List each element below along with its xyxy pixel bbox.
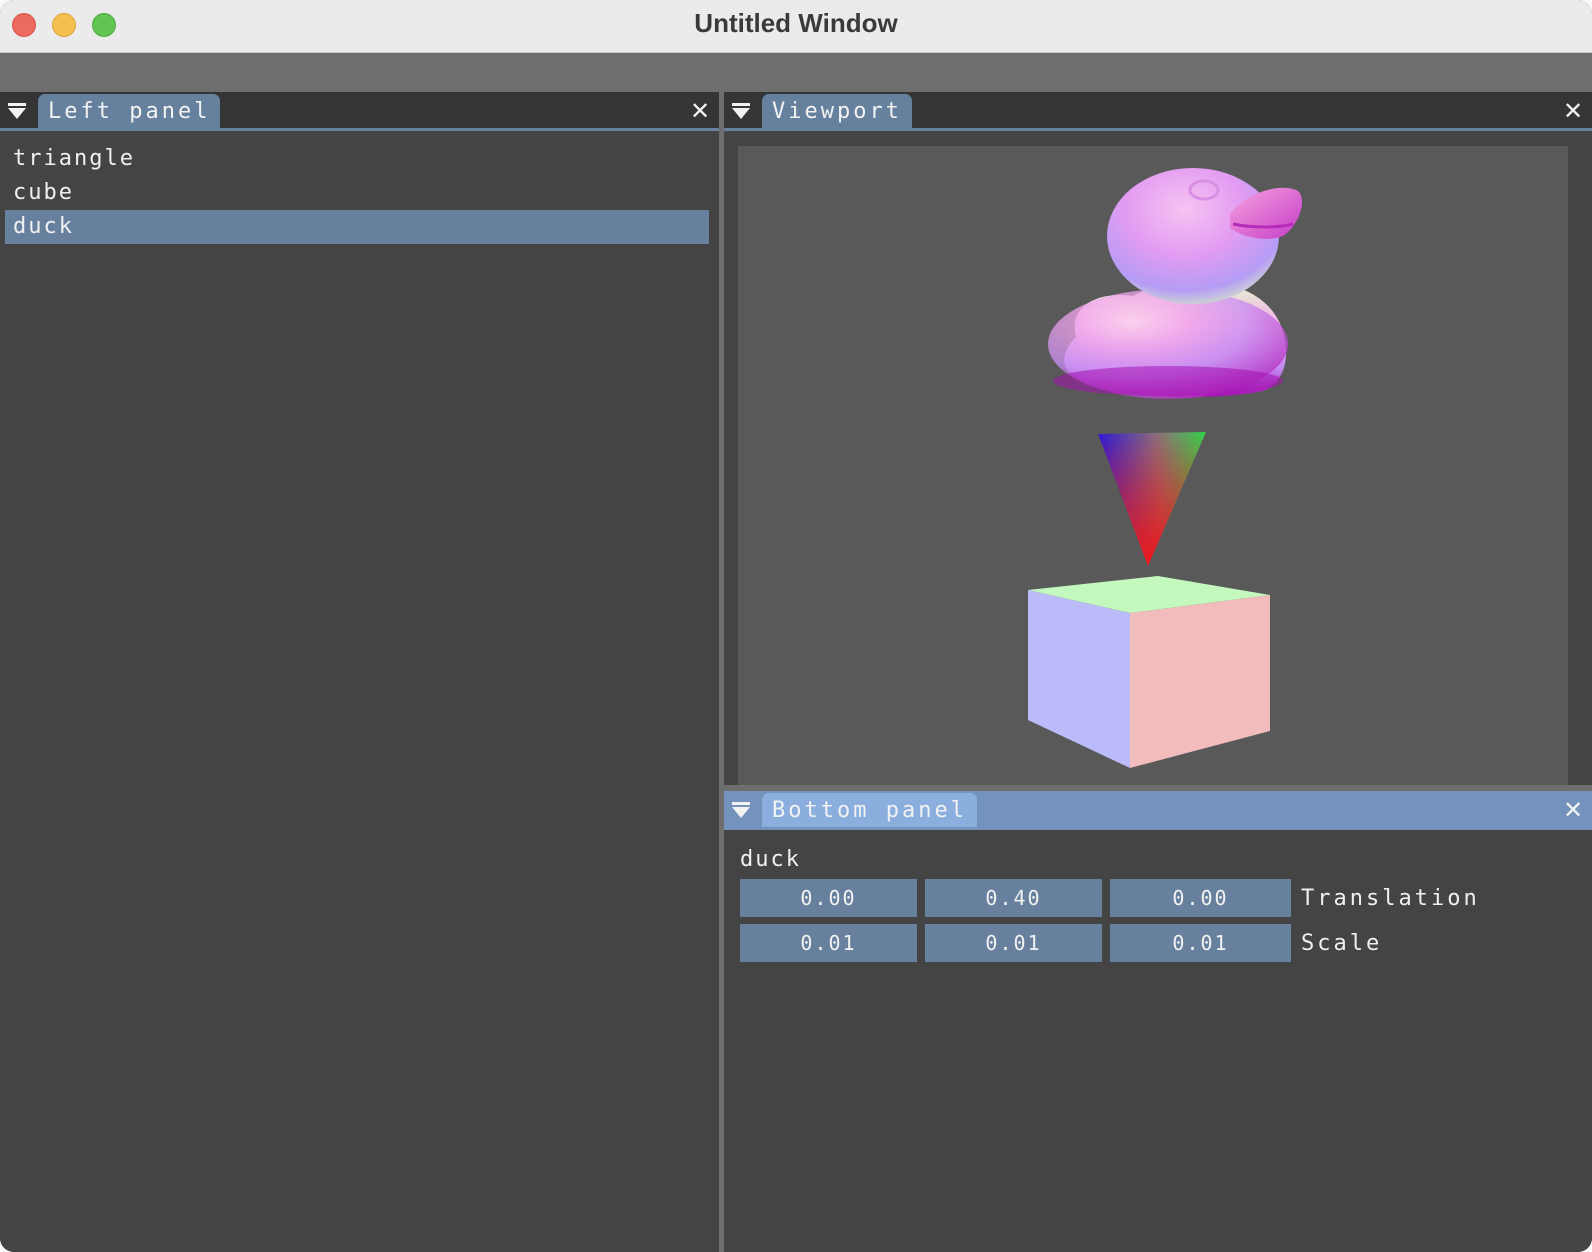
app-window: Untitled Window Left panel ✕ triangle cu… [0,0,1592,1252]
collapse-icon[interactable] [730,799,752,821]
translation-z-field[interactable]: 0.00 [1110,879,1291,917]
title-bar: Untitled Window [0,0,1592,53]
triangle-model [1098,432,1206,566]
tab-left-panel[interactable]: Left panel [38,94,221,128]
collapse-icon[interactable] [730,100,752,122]
translation-row: 0.00 0.40 0.00 Translation [740,879,1480,917]
left-panel-tab-bar: Left panel ✕ [0,92,719,128]
translation-label: Translation [1301,885,1480,911]
scale-y-field[interactable]: 0.01 [925,924,1102,962]
close-icon[interactable]: ✕ [689,99,711,123]
viewport-tab-bar: Viewport ✕ [724,92,1592,128]
bottom-panel-tab-bar: Bottom panel ✕ [724,791,1592,827]
object-list: triangle cube duck [5,142,709,244]
list-item-cube[interactable]: cube [5,176,709,210]
viewport-panel: Viewport ✕ [724,92,1592,786]
scale-label: Scale [1301,930,1383,956]
tab-underline [724,827,1592,830]
cube-model [1028,576,1270,768]
selected-object-name: duck [740,847,801,872]
tab-underline [0,128,719,131]
bottom-panel: Bottom panel ✕ duck 0.00 0.40 0.00 Trans… [724,791,1592,1252]
list-item-duck[interactable]: duck [5,210,709,244]
tab-underline [724,128,1592,131]
duck-model [1048,168,1303,399]
3d-viewport[interactable] [738,146,1568,786]
close-icon[interactable]: ✕ [1562,99,1584,123]
left-panel: Left panel ✕ triangle cube duck [0,92,719,1252]
tab-bottom-panel[interactable]: Bottom panel [762,793,977,827]
translation-y-field[interactable]: 0.40 [925,879,1102,917]
menu-bar [0,53,1592,92]
scene-render [1028,168,1303,768]
close-icon[interactable]: ✕ [1562,798,1584,822]
collapse-icon[interactable] [6,100,28,122]
scale-z-field[interactable]: 0.01 [1110,924,1291,962]
tab-viewport[interactable]: Viewport [762,94,912,128]
translation-x-field[interactable]: 0.00 [740,879,917,917]
list-item-triangle[interactable]: triangle [5,142,709,176]
scale-x-field[interactable]: 0.01 [740,924,917,962]
scale-row: 0.01 0.01 0.01 Scale [740,924,1382,962]
window-title: Untitled Window [694,8,898,38]
